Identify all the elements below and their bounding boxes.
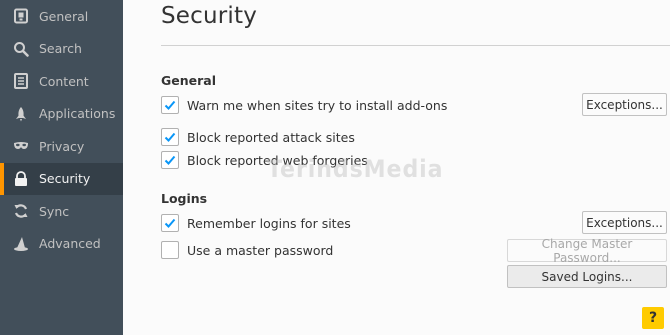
warn-addons-option[interactable]: Warn me when sites try to install add-on… xyxy=(161,95,447,115)
change-master-password-button[interactable]: Change Master Password... xyxy=(507,237,667,265)
sidebar: General Search Content Applications Priv… xyxy=(0,0,123,335)
sidebar-item-advanced[interactable]: Advanced xyxy=(0,228,123,261)
rocket-icon xyxy=(13,106,29,122)
sidebar-item-search[interactable]: Search xyxy=(0,33,123,66)
block-forgeries-checkbox[interactable] xyxy=(161,151,179,169)
remember-logins-option[interactable]: Remember logins for sites xyxy=(161,213,351,233)
sidebar-item-label: Sync xyxy=(39,203,70,219)
sync-icon xyxy=(13,203,29,219)
remember-logins-checkbox[interactable] xyxy=(161,214,179,232)
saved-logins-button[interactable]: Saved Logins... xyxy=(507,265,667,288)
sidebar-item-security[interactable]: Security xyxy=(0,162,123,195)
block-attack-checkbox[interactable] xyxy=(161,128,179,146)
sidebar-item-content[interactable]: Content xyxy=(0,65,123,98)
help-icon: ? xyxy=(648,310,658,326)
sidebar-item-label: Content xyxy=(39,73,89,89)
warn-addons-checkbox[interactable] xyxy=(161,96,179,114)
master-password-label: Use a master password xyxy=(187,242,334,258)
title-divider xyxy=(161,45,670,46)
addons-exceptions-button[interactable]: Exceptions... xyxy=(582,93,667,116)
checkmark-icon xyxy=(164,218,176,228)
sidebar-item-general[interactable]: General xyxy=(0,0,123,33)
sidebar-item-label: General xyxy=(39,8,89,24)
checkmark-icon xyxy=(164,155,176,165)
logins-heading: Logins xyxy=(161,191,208,206)
sidebar-item-label: Search xyxy=(39,41,82,57)
lock-icon xyxy=(13,170,29,187)
logins-exceptions-button[interactable]: Exceptions... xyxy=(582,211,667,234)
general-heading: General xyxy=(161,73,216,88)
wizard-hat-icon xyxy=(13,236,29,252)
help-button[interactable]: ? xyxy=(642,307,664,329)
general-icon xyxy=(13,8,29,24)
search-icon xyxy=(13,41,29,57)
remember-logins-label: Remember logins for sites xyxy=(187,215,351,231)
sidebar-item-label: Privacy xyxy=(39,138,85,154)
master-password-checkbox[interactable] xyxy=(161,241,179,259)
block-attack-option[interactable]: Block reported attack sites xyxy=(161,127,355,147)
checkmark-icon xyxy=(164,132,176,142)
sidebar-item-label: Applications xyxy=(39,106,116,122)
sidebar-item-applications[interactable]: Applications xyxy=(0,98,123,131)
sidebar-item-sync[interactable]: Sync xyxy=(0,195,123,228)
warn-addons-label: Warn me when sites try to install add-on… xyxy=(187,97,448,113)
content-icon xyxy=(13,73,29,90)
master-password-option[interactable]: Use a master password xyxy=(161,240,333,260)
sidebar-item-privacy[interactable]: Privacy xyxy=(0,130,123,163)
page-title: Security xyxy=(161,3,258,29)
watermark: TerindsMedia xyxy=(267,155,444,183)
block-attack-label: Block reported attack sites xyxy=(187,129,355,145)
sidebar-item-label: Security xyxy=(39,171,91,187)
sidebar-item-label: Advanced xyxy=(39,236,101,252)
checkmark-icon xyxy=(164,100,176,110)
mask-icon xyxy=(13,138,29,154)
